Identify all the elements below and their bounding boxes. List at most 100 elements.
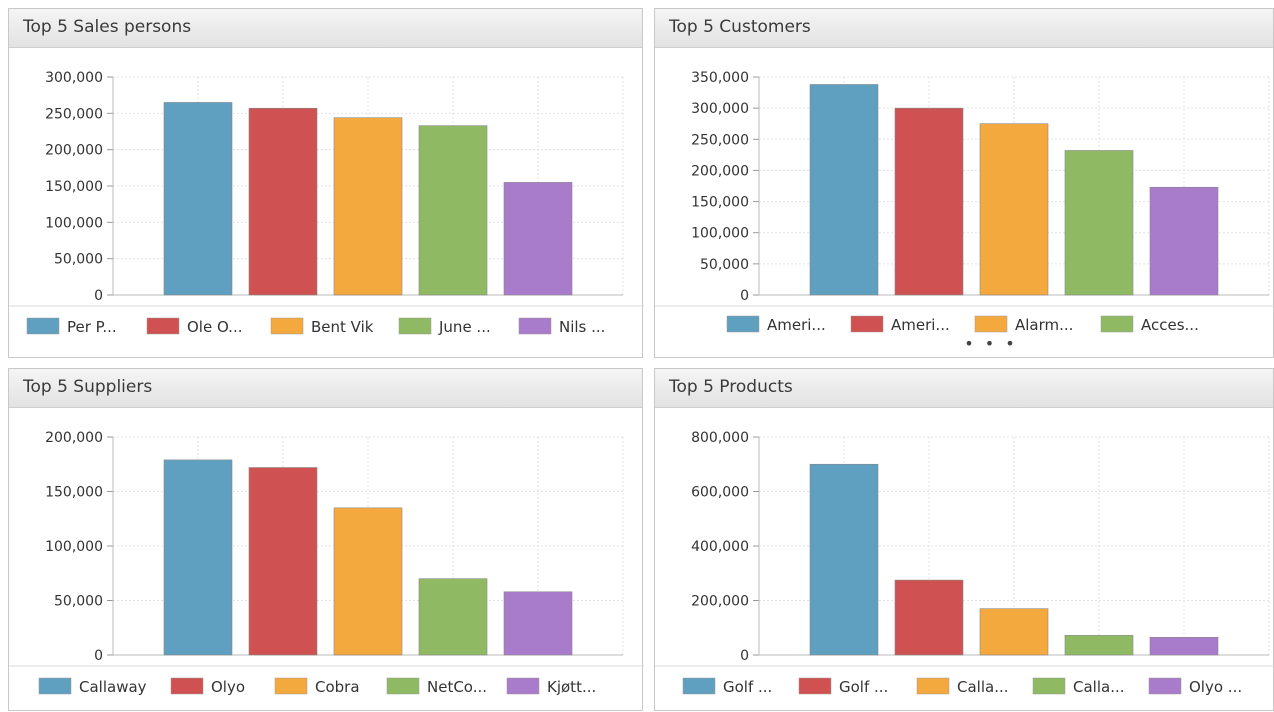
legend-item[interactable]: Olyo ... [1148, 677, 1242, 696]
bar[interactable] [894, 579, 964, 656]
y-tick-label: 50,000 [700, 257, 749, 273]
legend-label: Nils ... [559, 318, 605, 336]
sales-persons-panel: Top 5 Sales persons 0 50,000 100,000 150,00… [8, 8, 644, 358]
bar[interactable] [333, 117, 403, 296]
legend-label: Ole O... [187, 318, 242, 336]
y-tick-label: 0 [740, 648, 749, 664]
legend-item[interactable]: Calla... [916, 677, 1009, 696]
legend-swatch [798, 677, 832, 695]
y-tick-label: 250,000 [45, 106, 103, 122]
y-tick-label: 100,000 [45, 215, 103, 231]
bar[interactable] [809, 463, 879, 656]
legend-item[interactable]: Ameri... [726, 315, 826, 334]
legend-item[interactable]: Cobra [274, 677, 360, 696]
y-tick-label: 150,000 [691, 195, 749, 211]
legend-label: Kjøtt... [547, 678, 596, 696]
legend-item[interactable]: Golf ... [682, 677, 772, 696]
y-tick-label: 50,000 [54, 252, 103, 268]
legend-item[interactable]: Per P... [26, 317, 117, 336]
y-tick-label: 200,000 [45, 430, 103, 446]
bar[interactable] [418, 125, 488, 296]
suppliers-panel: Top 5 Suppliers 0 50,000 100,000 150,000 200… [8, 368, 644, 711]
legend-label: June ... [438, 318, 491, 336]
y-tick-label: 350,000 [691, 70, 749, 86]
bar[interactable] [418, 578, 488, 656]
y-tick-label: 100,000 [691, 226, 749, 242]
y-tick-label: 300,000 [45, 70, 103, 86]
legend-item[interactable]: Ameri... [850, 315, 950, 334]
legend-swatch [726, 315, 760, 333]
legend-label: Calla... [1073, 678, 1125, 696]
bar[interactable] [503, 182, 573, 296]
legend-item[interactable]: Nils ... [518, 317, 605, 336]
legend-label: Acces... [1141, 316, 1199, 334]
bar[interactable] [248, 467, 318, 656]
legend-item[interactable]: Golf ... [798, 677, 888, 696]
legend-item[interactable]: Alarm... [974, 315, 1073, 334]
bar[interactable] [333, 507, 403, 656]
bar[interactable] [1149, 186, 1219, 296]
legend-swatch [850, 315, 884, 333]
bar[interactable] [894, 107, 964, 296]
y-tick-label: 200,000 [45, 143, 103, 159]
legend-swatch [398, 317, 432, 335]
legend-swatch [270, 317, 304, 335]
bar[interactable] [1064, 635, 1134, 656]
bar[interactable] [163, 459, 233, 656]
legend-swatch [146, 317, 180, 335]
legend-swatch [1100, 315, 1134, 333]
legend-item[interactable]: Callaway [38, 677, 147, 696]
legend-swatch [506, 677, 540, 695]
y-tick-label: 0 [94, 648, 103, 664]
y-tick-label: 100,000 [45, 539, 103, 555]
y-tick-label: 800,000 [691, 430, 749, 446]
bar[interactable] [163, 102, 233, 296]
y-tick-label: 250,000 [691, 132, 749, 148]
bar[interactable] [503, 591, 573, 656]
legend-item[interactable]: Acces... [1100, 315, 1199, 334]
legend-swatch [916, 677, 950, 695]
legend-more-indicator[interactable]: • • • [964, 334, 1017, 353]
y-tick-label: 0 [740, 288, 749, 304]
legend-item[interactable]: NetCo... [386, 677, 487, 696]
bar[interactable] [1064, 150, 1134, 296]
suppliers-chart: 0 50,000 100,000 150,000 200,000 Callaway Olyo… [9, 430, 644, 696]
legend-swatch [682, 677, 716, 695]
legend-swatch [274, 677, 308, 695]
bar[interactable] [979, 123, 1049, 296]
legend-swatch [1148, 677, 1182, 695]
legend-label: Cobra [315, 678, 360, 696]
bar[interactable] [809, 84, 879, 296]
legend-label: Callaway [79, 678, 147, 696]
y-tick-label: 150,000 [45, 179, 103, 195]
legend-label: NetCo... [427, 678, 487, 696]
y-tick-label: 50,000 [54, 594, 103, 610]
products-panel: Top 5 Products 0 200,000 400,000 600,000 800… [654, 368, 1274, 711]
legend-label: Alarm... [1015, 316, 1073, 334]
legend-label: Per P... [67, 318, 117, 336]
legend-item[interactable]: Calla... [1032, 677, 1125, 696]
legend-item[interactable]: June ... [398, 317, 491, 336]
legend-swatch [974, 315, 1008, 333]
legend-swatch [1032, 677, 1066, 695]
legend-item[interactable]: Bent Vik [270, 317, 374, 336]
legend-label: Ameri... [767, 316, 826, 334]
bar[interactable] [1149, 636, 1219, 656]
y-tick-label: 600,000 [691, 485, 749, 501]
products-chart: 0 200,000 400,000 600,000 800,000 Golf ... Gol… [655, 430, 1274, 696]
legend-item[interactable]: Ole O... [146, 317, 242, 336]
legend-label: Olyo ... [1189, 678, 1242, 696]
legend-label: Calla... [957, 678, 1009, 696]
legend-label: Olyo [211, 678, 245, 696]
legend-item[interactable]: Olyo [170, 677, 245, 696]
legend-swatch [386, 677, 420, 695]
y-tick-label: 200,000 [691, 594, 749, 610]
legend-swatch [38, 677, 72, 695]
legend-item[interactable]: Kjøtt... [506, 677, 596, 696]
bar[interactable] [248, 107, 318, 296]
y-tick-label: 150,000 [45, 485, 103, 501]
legend-swatch [518, 317, 552, 335]
y-tick-label: 200,000 [691, 163, 749, 179]
bar[interactable] [979, 608, 1049, 656]
legend-label: Golf ... [723, 678, 772, 696]
